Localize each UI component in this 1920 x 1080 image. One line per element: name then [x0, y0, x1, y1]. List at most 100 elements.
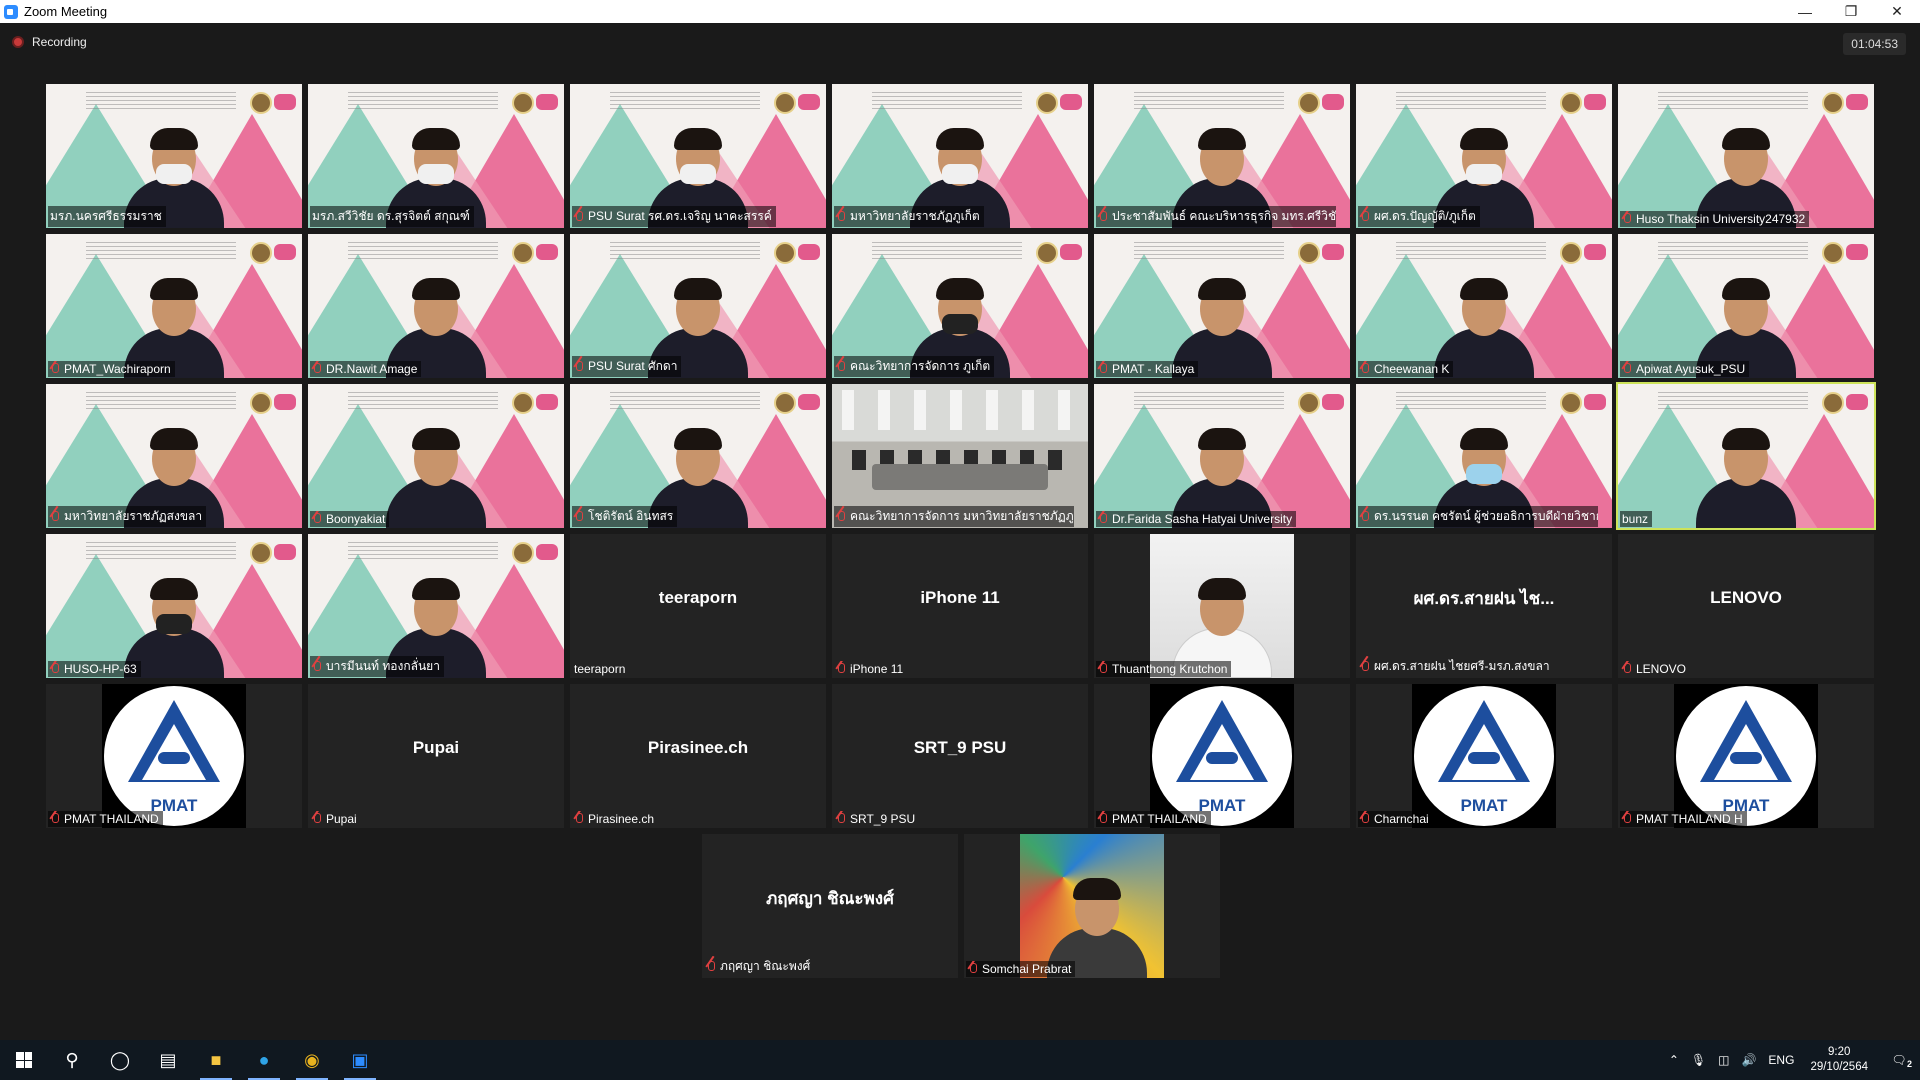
participant-name: มรภ.นครศรีธรรมราช [50, 209, 162, 223]
participant-name-label: มหาวิทยาลัยราชภัฏสงขลา [48, 506, 207, 527]
participant-tile[interactable]: ประชาสัมพันธ์ คณะบริหารธุรกิจ มทร.ศรีวิช… [1094, 84, 1350, 228]
participant-tile[interactable]: มหาวิทยาลัยราชภัฏสงขลา [46, 384, 302, 528]
participant-tile[interactable]: ดร.นรรนต คชรัตน์ ผู้ช่วยอธิการบดีฝ่ายวิช… [1356, 384, 1612, 528]
participant-tile[interactable]: ผศ.ดร.ปัญญัติ/ภูเก็ต [1356, 84, 1612, 228]
participant-tile[interactable]: Cheewanan K [1356, 234, 1612, 378]
muted-mic-icon [312, 660, 322, 673]
edge-icon[interactable]: ● [240, 1040, 288, 1080]
participant-tile[interactable]: PSU Surat รศ.ดร.เจริญ นาคะสรรค์ [570, 84, 826, 228]
participant-tile[interactable]: LENOVO LENOVO [1618, 534, 1874, 678]
participant-tile[interactable]: Apiwat Ayusuk_PSU [1618, 234, 1874, 378]
participant-name: iPhone 11 [850, 662, 904, 676]
participant-tile[interactable]: มรภ.สวีวิชัย ดร.สุรจิตต์ สกุณฑ์ [308, 84, 564, 228]
university-seal-icon [1822, 242, 1844, 264]
participant-name: Thuanthong Krutchon [1112, 662, 1228, 676]
participant-tile[interactable]: HUSO-HP-63 [46, 534, 302, 678]
participant-display-name: Pupai [412, 738, 460, 757]
muted-mic-icon [836, 360, 846, 373]
participant-tile[interactable]: PMAT - Kallaya [1094, 234, 1350, 378]
chevron-up-icon[interactable]: ⌃ [1669, 1053, 1679, 1067]
language-indicator[interactable]: ENG [1768, 1053, 1794, 1067]
university-seal-icon [512, 392, 534, 414]
participant-tile[interactable]: Dr.Farida Sasha Hatyai University [1094, 384, 1350, 528]
profile-photo [1150, 534, 1294, 678]
network-icon[interactable]: ◫ [1718, 1053, 1729, 1067]
participant-tile[interactable]: PMAT_Wachiraporn [46, 234, 302, 378]
microphone-icon[interactable]: 🎙 [1691, 1053, 1706, 1067]
participant-name: Somchai Prabrat [982, 962, 1072, 976]
participant-name: teeraporn [574, 662, 626, 676]
participant-name: PMAT THAILAND [64, 812, 159, 826]
clock[interactable]: 9:20 29/10/2564 [1810, 1045, 1868, 1075]
participant-tile[interactable]: ภฤศญา ชิณะพงศ์ ภฤศญา ชิณะพงศ์ [702, 834, 958, 978]
participant-name-label: ผศ.ดร.ปัญญัติ/ภูเก็ต [1358, 206, 1480, 227]
participant-tile[interactable]: PMAT PMAT THAILAND [1094, 684, 1350, 828]
volume-icon[interactable]: 🔊 [1741, 1053, 1756, 1067]
chrome-icon[interactable]: ◉ [288, 1040, 336, 1080]
muted-mic-icon [1098, 210, 1108, 223]
participant-tile[interactable]: Boonyakiat [308, 384, 564, 528]
handshake-icon [1206, 752, 1238, 764]
participant-name-label: ภฤศญา ชิณะพงศ์ [704, 956, 814, 977]
muted-mic-icon [312, 363, 322, 375]
participant-tile[interactable]: Pupai Pupai [308, 684, 564, 828]
notification-count: 2 [1906, 1059, 1912, 1069]
participant-tile[interactable]: SRT_9 PSU SRT_9 PSU [832, 684, 1088, 828]
task-view-icon[interactable]: ▤ [144, 1040, 192, 1080]
participant-tile[interactable]: PSU Surat ศักดา [570, 234, 826, 378]
participant-tile[interactable]: Pirasinee.ch Pirasinee.ch [570, 684, 826, 828]
university-seal-icon [774, 392, 796, 414]
participant-name-label: bunz [1620, 511, 1653, 527]
participant-display-name: teeraporn [658, 588, 738, 607]
participant-name: PMAT - Kallaya [1112, 362, 1195, 376]
participant-tile[interactable]: Thuanthong Krutchon [1094, 534, 1350, 678]
participant-tile[interactable]: คณะวิทยาการจัดการ ภูเก็ต [832, 234, 1088, 378]
zoom-taskbar-icon[interactable]: ▣ [336, 1040, 384, 1080]
participant-tile[interactable]: PMAT PMAT THAILAND H [1618, 684, 1874, 828]
participant-name: ผศ.ดร.ปัญญัติ/ภูเก็ต [1374, 209, 1476, 223]
participant-name-label: Charnchai [1358, 811, 1433, 827]
participant-tile[interactable]: Somchai Prabrat [964, 834, 1220, 978]
participant-name-label: HUSO-HP-63 [48, 661, 141, 677]
handshake-icon [1730, 752, 1762, 764]
participant-tile[interactable]: โชติรัตน์ อินทสร [570, 384, 826, 528]
participant-name: SRT_9 PSU [850, 812, 916, 826]
profile-photo [1020, 834, 1164, 978]
participant-tile[interactable]: บารมีนนท์ ทองกลั่นยา [308, 534, 564, 678]
participant-name-label: มรภ.สวีวิชัย ดร.สุรจิตต์ สกุณฑ์ [310, 206, 474, 227]
muted-mic-icon [574, 360, 584, 373]
university-seal-icon [1560, 92, 1582, 114]
muted-mic-icon [1360, 510, 1370, 523]
participant-name-label: มหาวิทยาลัยราชภัฏภูเก็ต [834, 206, 984, 227]
participant-tile[interactable]: ผศ.ดร.สายฝน ไช... ผศ.ดร.สายฝน ไชยศรี-มรภ.… [1356, 534, 1612, 678]
start-button[interactable] [0, 1040, 48, 1080]
participant-name-label: Huso Thaksin University247932 [1620, 211, 1810, 227]
muted-mic-icon [706, 960, 716, 973]
participant-tile[interactable]: iPhone 11 iPhone 11 [832, 534, 1088, 678]
university-seal-icon [250, 392, 272, 414]
participant-name: Pirasinee.ch [588, 812, 655, 826]
university-seal-icon [1822, 392, 1844, 414]
university-seal-icon [250, 242, 272, 264]
participant-name-label: Boonyakiat [310, 511, 390, 527]
file-explorer-icon[interactable]: ■ [192, 1040, 240, 1080]
participant-tile[interactable]: teeraporn teeraporn [570, 534, 826, 678]
participant-name-label: LENOVO [1620, 661, 1690, 677]
muted-mic-icon [1622, 213, 1632, 225]
notification-icon[interactable]: 🗨 2 [1884, 1053, 1914, 1069]
university-seal-icon [512, 92, 534, 114]
participant-tile[interactable]: bunz [1616, 382, 1876, 530]
participant-tile[interactable]: มหาวิทยาลัยราชภัฏภูเก็ต [832, 84, 1088, 228]
participant-tile[interactable]: มรภ.นครศรีธรรมราช [46, 84, 302, 228]
participant-tile[interactable]: Huso Thaksin University247932 [1618, 84, 1874, 228]
participant-tile[interactable]: คณะวิทยาการจัดการ มหาวิทยาลัยราชภัฏภูเก็… [832, 384, 1088, 528]
participant-tile[interactable]: PMAT PMAT THAILAND [46, 684, 302, 828]
cortana-icon[interactable]: ◯ [96, 1040, 144, 1080]
participant-video [381, 428, 491, 528]
participant-name: Dr.Farida Sasha Hatyai University [1112, 512, 1293, 526]
participant-tile[interactable]: PMAT Charnchai [1356, 684, 1612, 828]
participant-name-label: SRT_9 PSU [834, 811, 919, 827]
search-icon[interactable]: ⚲ [48, 1040, 96, 1080]
participant-name: DR.Nawit Amage [326, 362, 418, 376]
participant-tile[interactable]: DR.Nawit Amage [308, 234, 564, 378]
